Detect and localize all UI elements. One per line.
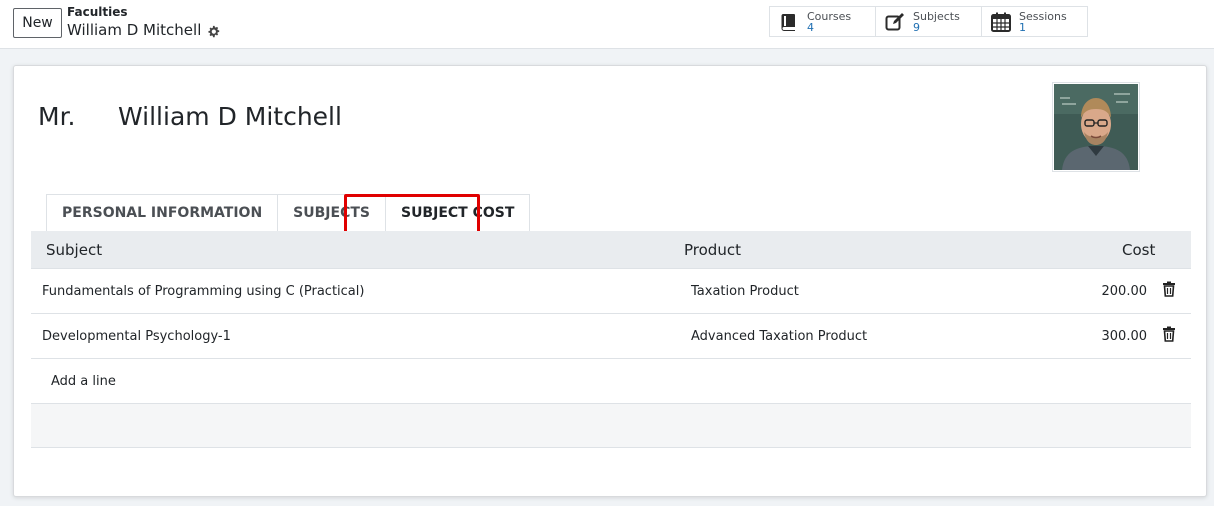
breadcrumb-parent[interactable]: Faculties [67, 5, 128, 19]
subject-cost-table: Subject Product Cost Fundamentals of Pro… [31, 231, 1191, 448]
add-line-link[interactable]: Add a line [51, 374, 116, 389]
tab-subject-cost[interactable]: SUBJECT COST [385, 194, 531, 231]
subjects-count: 9 [913, 20, 920, 34]
sessions-smart-button[interactable]: Sessions 1 [982, 6, 1088, 37]
row-cost: 300.00 [1101, 329, 1148, 344]
new-button[interactable]: New [13, 8, 62, 38]
avatar[interactable] [1052, 82, 1140, 172]
form-sheet: Mr. William D Mitchell PERSONAL INFORMAT… [13, 65, 1207, 497]
courses-label: Courses [807, 9, 852, 23]
breadcrumb-current-label: William D Mitchell [67, 21, 202, 39]
row-product: Advanced Taxation Product [691, 329, 868, 344]
smart-buttons: Courses 4 Subjects 9 Sessions 1 [769, 6, 1088, 37]
add-line-row: Add a line [31, 359, 1191, 404]
column-header-subject[interactable]: Subject [46, 241, 102, 259]
table-row[interactable]: Developmental Psychology-1 Advanced Taxa… [31, 314, 1191, 359]
gear-icon[interactable] [207, 24, 220, 37]
edit-icon [884, 11, 906, 33]
trash-icon[interactable] [1162, 326, 1176, 342]
courses-count: 4 [807, 20, 814, 34]
row-subject: Developmental Psychology-1 [42, 329, 231, 344]
column-header-product[interactable]: Product [684, 241, 741, 259]
empty-row [31, 404, 1191, 448]
calendar-icon [990, 11, 1012, 33]
tab-personal-information[interactable]: PERSONAL INFORMATION [46, 194, 279, 231]
sessions-count: 1 [1019, 20, 1026, 34]
row-cost: 200.00 [1101, 284, 1148, 299]
breadcrumb-current: William D Mitchell [67, 21, 220, 39]
tab-subjects[interactable]: SUBJECTS [278, 194, 386, 231]
faculty-name[interactable]: William D Mitchell [118, 102, 342, 131]
courses-smart-button[interactable]: Courses 4 [769, 6, 876, 37]
trash-icon[interactable] [1162, 281, 1176, 297]
row-product: Taxation Product [691, 284, 799, 299]
table-row[interactable]: Fundamentals of Programming using C (Pra… [31, 269, 1191, 314]
column-header-cost[interactable]: Cost [1122, 241, 1155, 259]
faculty-photo-icon [1054, 84, 1138, 170]
control-panel: New Faculties William D Mitchell Courses… [0, 0, 1214, 49]
subjects-smart-button[interactable]: Subjects 9 [876, 6, 982, 37]
table-header: Subject Product Cost [31, 231, 1191, 269]
book-icon [778, 11, 800, 33]
notebook-tabs: PERSONAL INFORMATION SUBJECTS SUBJECT CO… [46, 194, 531, 231]
title-prefix[interactable]: Mr. [38, 102, 76, 131]
row-subject: Fundamentals of Programming using C (Pra… [42, 284, 365, 299]
sessions-label: Sessions [1019, 9, 1067, 23]
subjects-label: Subjects [913, 9, 960, 23]
